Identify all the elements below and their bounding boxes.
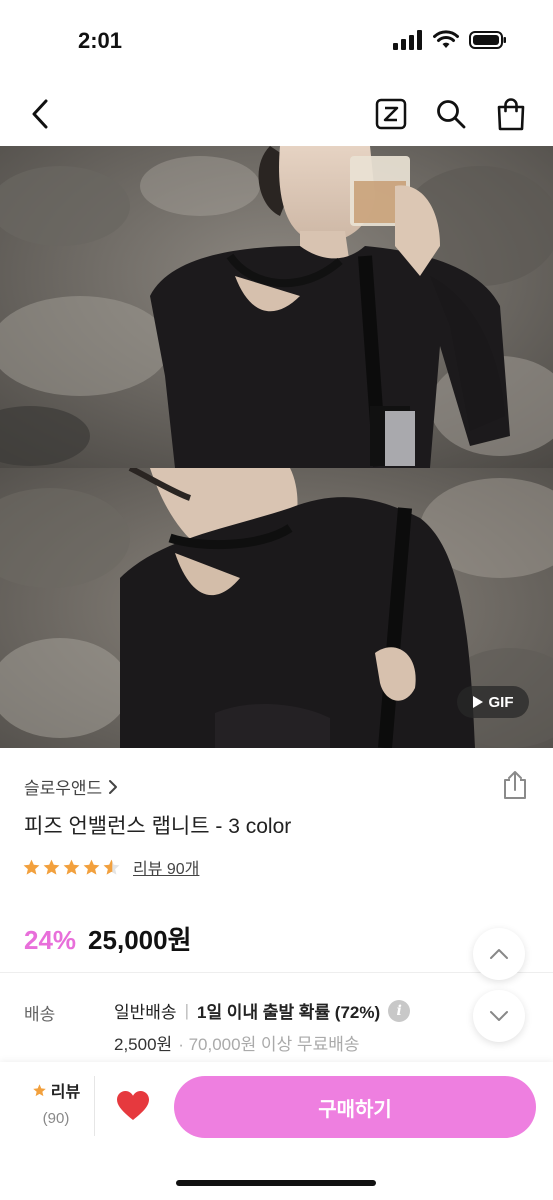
status-icons: [393, 30, 507, 50]
cart-button[interactable]: [491, 94, 531, 134]
price-row: 24% 25,000원: [24, 920, 192, 957]
review-shortcut-title: 리뷰: [32, 1078, 80, 1102]
wishlist-button[interactable]: [116, 1090, 150, 1122]
scroll-up-button[interactable]: [473, 928, 525, 980]
back-button[interactable]: [22, 94, 58, 134]
product-page: 2:01 GIF 슬로우앤드 피즈 언밸런스 랩니트 - 3 color 리뷰 …: [0, 0, 553, 1200]
bar-divider: [94, 1076, 95, 1136]
half-star-icon: [103, 859, 120, 875]
discount-rate: 24%: [24, 925, 77, 955]
shipping-type: 일반배송: [114, 1003, 177, 1022]
rating-row: 리뷰 90개: [22, 855, 199, 879]
battery-icon: [469, 31, 506, 49]
product-image-bottom[interactable]: GIF: [0, 468, 553, 748]
shipping-fee: 2,500원: [114, 1035, 173, 1054]
review-count-link[interactable]: 리뷰 90개: [133, 855, 199, 879]
star-icon: [63, 859, 80, 875]
chevron-right-icon: [109, 779, 118, 794]
star-icon: [33, 1083, 46, 1096]
nav-actions: [371, 94, 531, 134]
star-rating: [22, 858, 121, 877]
brand-link[interactable]: 슬로우앤드: [24, 774, 118, 799]
signal-icon: [393, 30, 422, 50]
share-icon: [504, 771, 526, 799]
review-shortcut-count: (90): [42, 1110, 70, 1127]
shipping-eta: 1일 이내 출발 확률 (72%): [196, 1003, 381, 1022]
play-icon: [472, 696, 483, 708]
share-button[interactable]: [501, 770, 529, 800]
star-icon: [23, 859, 40, 875]
gif-badge: GIF: [457, 686, 529, 718]
search-icon: [437, 100, 466, 129]
status-time: 2:01: [78, 28, 123, 53]
product-photo-mirror-selfie: [0, 146, 553, 468]
star-icon: [83, 859, 100, 875]
section-divider: [0, 972, 553, 973]
shipping-label: 배송: [24, 1005, 56, 1024]
info-icon[interactable]: i: [388, 999, 411, 1022]
chevron-up-icon: [490, 949, 508, 959]
review-shortcut[interactable]: 리뷰 (90): [18, 1078, 94, 1144]
status-bar: 2:01: [0, 0, 553, 80]
gif-label: GIF: [488, 693, 514, 711]
search-button[interactable]: [431, 94, 471, 134]
product-title: 피즈 언밸런스 랩니트 - 3 color: [24, 815, 292, 838]
shipping-summary: 일반배송 | 1일 이내 출발 확률 (72%) i: [114, 998, 411, 1023]
chevron-down-icon: [490, 1011, 508, 1021]
shipping-separator: |: [184, 1000, 189, 1020]
sale-price: 25,000원: [88, 925, 192, 955]
free-shipping-note: · 70,000원 이상 무료배송: [178, 1035, 360, 1054]
scroll-down-button[interactable]: [473, 990, 525, 1042]
review-shortcut-label: 리뷰: [50, 1084, 81, 1101]
z-logo-icon: [375, 98, 407, 130]
chevron-left-icon: [32, 99, 48, 129]
buy-button[interactable]: 구매하기: [174, 1076, 536, 1138]
top-nav: [0, 82, 553, 144]
shopping-bag-icon: [497, 98, 525, 131]
brand-name: 슬로우앤드: [24, 779, 103, 798]
heart-icon: [117, 1091, 149, 1120]
shipping-fee-row: 2,500원 · 70,000원 이상 무료배송: [114, 1030, 360, 1055]
wifi-icon: [433, 30, 459, 48]
home-indicator: [176, 1180, 376, 1186]
product-image-top[interactable]: [0, 146, 553, 468]
star-icon: [43, 859, 60, 875]
zigzag-home-button[interactable]: [371, 94, 411, 134]
